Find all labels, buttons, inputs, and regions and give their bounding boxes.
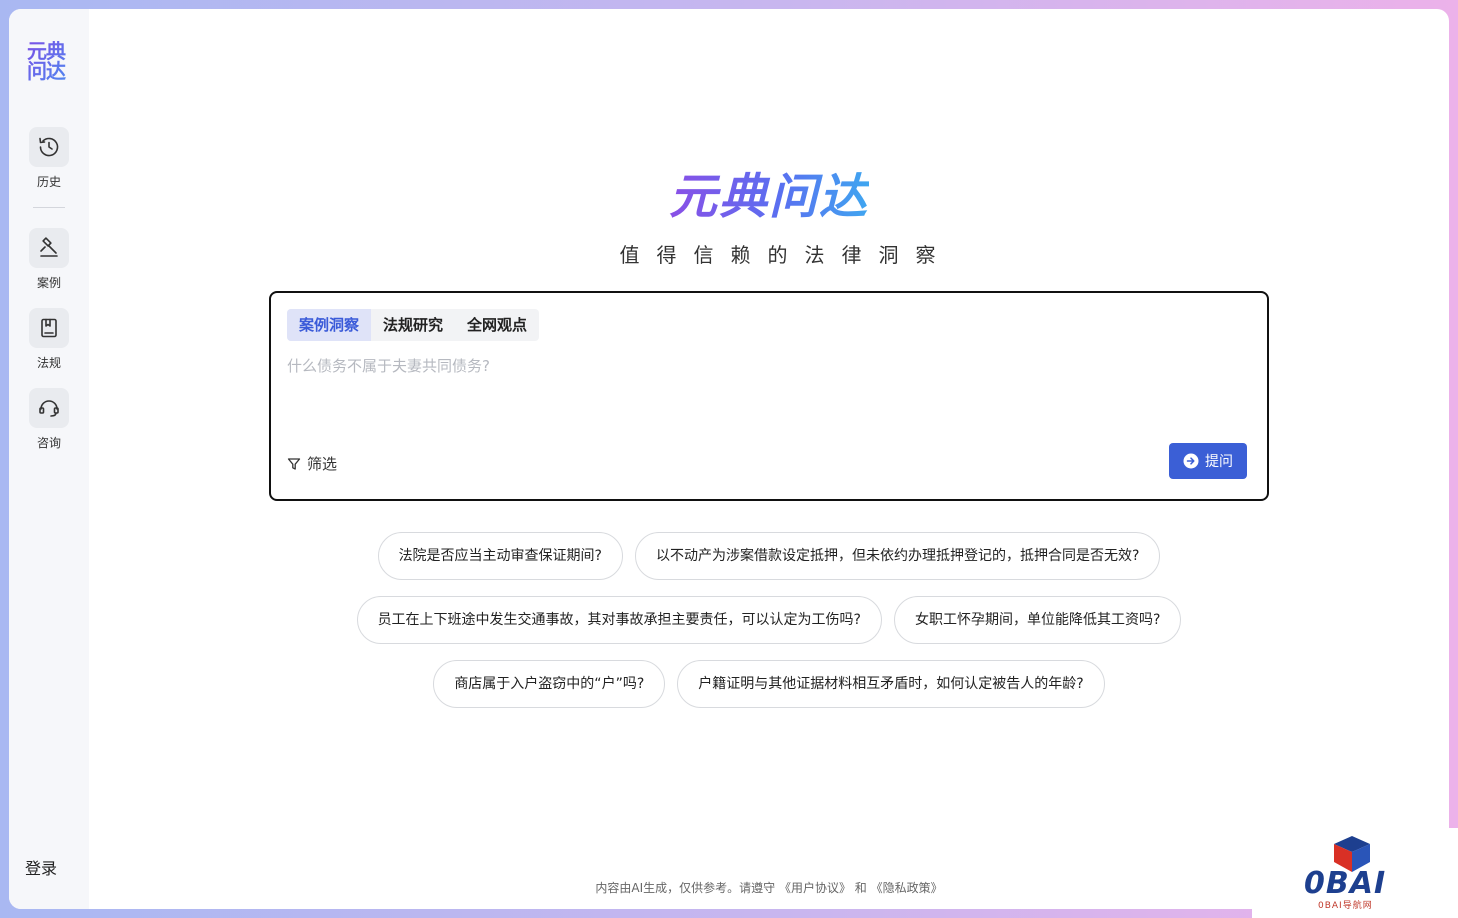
consult-button[interactable] <box>29 388 69 428</box>
watermark: 0BAI 0BAI导航网 <box>1252 828 1458 918</box>
privacy-policy-link[interactable]: 《隐私政策》 <box>871 881 943 895</box>
brand-title-text: 元典问达 <box>668 169 869 225</box>
suggestion-chip[interactable]: 员工在上下班途中发生交通事故，其对事故承担主要责任，可以认定为工伤吗? <box>356 596 882 644</box>
query-box: 案例洞察 法规研究 全网观点 筛选 提问 <box>269 291 1269 501</box>
filter-button[interactable]: 筛选 <box>287 453 337 474</box>
suggestion-row: 员工在上下班途中发生交通事故，其对事故承担主要责任，可以认定为工伤吗? 女职工怀… <box>89 596 1449 644</box>
suggestion-row: 法院是否应当主动审查保证期间? 以不动产为涉案借款设定抵押，但未依约办理抵押登记… <box>89 532 1449 580</box>
book-icon <box>41 318 57 338</box>
sidebar: 元典问达 历史 案例 法规 咨询 登录 <box>9 9 89 909</box>
suggestion-chip[interactable]: 以不动产为涉案借款设定抵押，但未依约办理抵押登记的，抵押合同是否无效? <box>635 532 1161 580</box>
ask-button[interactable]: 提问 <box>1169 443 1247 479</box>
watermark-brand: 0BAI <box>1304 866 1387 901</box>
sidebar-item-label: 案例 <box>36 276 61 290</box>
user-agreement-link[interactable]: 《用户协议》 <box>779 881 851 895</box>
cases-button[interactable] <box>29 228 69 268</box>
headset-icon <box>39 400 59 417</box>
tab-case-insight[interactable]: 案例洞察 <box>287 309 372 341</box>
sidebar-item-cases[interactable]: 案例 <box>9 228 89 291</box>
regulations-button[interactable] <box>29 308 69 348</box>
brand-title: 元典问达 <box>89 167 1449 227</box>
watermark-sub: 0BAI导航网 <box>1318 901 1373 911</box>
app-window: 元典问达 历史 案例 法规 咨询 登录 元典问达 值得信赖的法律洞察 案例洞察 … <box>9 9 1449 909</box>
suggestion-chip[interactable]: 商店属于入户盗窃中的“户”吗? <box>433 660 666 708</box>
filter-label: 筛选 <box>307 455 338 473</box>
history-icon <box>39 137 59 157</box>
main-content: 元典问达 值得信赖的法律洞察 案例洞察 法规研究 全网观点 筛选 提 <box>89 9 1449 909</box>
tab-regulation-research[interactable]: 法规研究 <box>371 309 455 341</box>
footer-and: 和 <box>854 881 867 895</box>
suggestion-chip[interactable]: 户籍证明与其他证据材料相互矛盾时，如何认定被告人的年龄? <box>677 660 1105 708</box>
sidebar-item-history[interactable]: 历史 <box>9 127 89 190</box>
query-tabs: 案例洞察 法规研究 全网观点 <box>287 309 540 341</box>
login-button[interactable]: 登录 <box>25 855 57 879</box>
query-input[interactable] <box>287 353 1247 379</box>
filter-icon <box>287 457 301 470</box>
gavel-icon <box>40 237 58 257</box>
suggestion-row: 商店属于入户盗窃中的“户”吗? 户籍证明与其他证据材料相互矛盾时，如何认定被告人… <box>89 660 1449 708</box>
sidebar-divider <box>33 207 65 208</box>
ask-label: 提问 <box>1205 454 1233 470</box>
history-button[interactable] <box>29 127 69 167</box>
footer-text: 内容由AI生成，仅供参考。请遵守 <box>595 881 776 895</box>
sidebar-item-regulations[interactable]: 法规 <box>9 308 89 371</box>
sidebar-logo[interactable]: 元典问达 <box>27 41 71 81</box>
tab-web-opinions[interactable]: 全网观点 <box>455 309 539 341</box>
brand-tagline: 值得信赖的法律洞察 <box>619 243 953 267</box>
suggestion-chip[interactable]: 女职工怀孕期间，单位能降低其工资吗? <box>894 596 1182 644</box>
footer-disclaimer: 内容由AI生成，仅供参考。请遵守 《用户协议》 和 《隐私政策》 <box>89 879 1449 896</box>
sidebar-item-label: 历史 <box>36 175 61 189</box>
suggestion-chip[interactable]: 法院是否应当主动审查保证期间? <box>377 532 623 580</box>
sidebar-item-label: 法规 <box>36 356 61 370</box>
sidebar-item-label: 咨询 <box>36 436 61 450</box>
sidebar-item-consult[interactable]: 咨询 <box>9 388 89 451</box>
arrow-right-circle-icon <box>1183 453 1199 469</box>
